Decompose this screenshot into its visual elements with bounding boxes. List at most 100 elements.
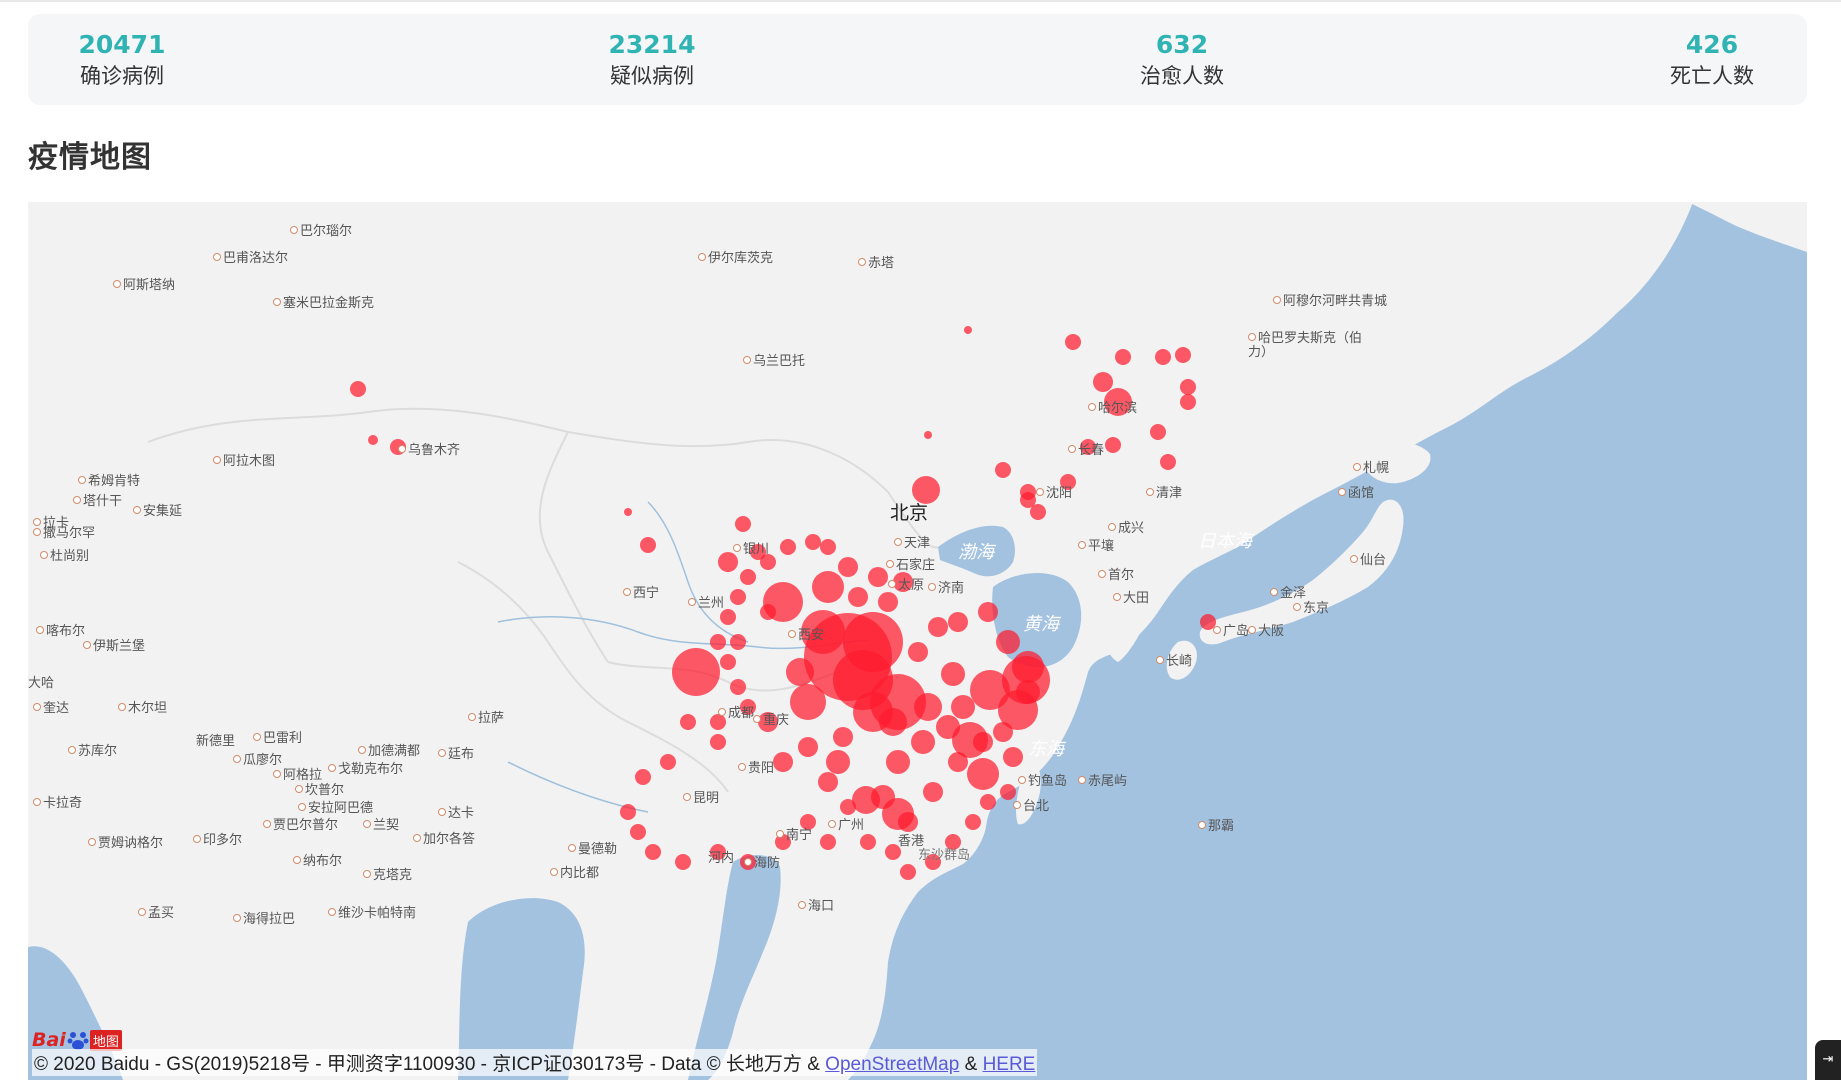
outbreak-bubble[interactable]: [980, 794, 996, 810]
outbreak-bubble[interactable]: [967, 758, 999, 790]
outbreak-bubble[interactable]: [900, 864, 916, 880]
outbreak-bubble[interactable]: [786, 658, 814, 686]
outbreak-bubble[interactable]: [760, 604, 776, 620]
place-label: 兰州: [688, 592, 724, 611]
outbreak-bubble[interactable]: [1160, 454, 1176, 470]
outbreak-bubble[interactable]: [924, 431, 932, 439]
outbreak-bubble[interactable]: [790, 684, 826, 720]
outbreak-bubble[interactable]: [964, 326, 972, 334]
outbreak-bubble[interactable]: [1065, 334, 1081, 350]
outbreak-bubble[interactable]: [878, 592, 898, 612]
outbreak-bubble[interactable]: [624, 508, 632, 516]
outbreak-bubble[interactable]: [973, 732, 993, 752]
outbreak-bubble[interactable]: [879, 708, 907, 736]
outbreak-bubble[interactable]: [818, 772, 838, 792]
epidemic-map[interactable]: 巴尔瑙尔 巴甫洛达尔 伊尔库茨克 赤塔 阿斯塔纳 塞米巴拉金斯克 乌兰巴托 阿穆…: [28, 202, 1807, 1080]
place-label: 纳布尔: [293, 850, 342, 869]
capital-label: 北京: [890, 502, 929, 524]
outbreak-bubble[interactable]: [620, 804, 636, 820]
outbreak-bubble[interactable]: [675, 854, 691, 870]
outbreak-bubble[interactable]: [996, 630, 1020, 654]
outbreak-bubble[interactable]: [730, 679, 746, 695]
outbreak-bubble[interactable]: [1020, 492, 1036, 508]
outbreak-bubble[interactable]: [914, 693, 942, 721]
outbreak-bubble[interactable]: [948, 752, 968, 772]
outbreak-bubble[interactable]: [730, 589, 746, 605]
outbreak-bubble[interactable]: [660, 754, 676, 770]
outbreak-bubble[interactable]: [710, 734, 726, 750]
outbreak-bubble[interactable]: [640, 537, 656, 553]
outbreak-bubble[interactable]: [833, 727, 853, 747]
outbreak-bubble[interactable]: [978, 602, 998, 622]
place-label: 塔什干: [73, 490, 122, 509]
outbreak-bubble[interactable]: [951, 695, 975, 719]
outbreak-bubble[interactable]: [740, 569, 756, 585]
outbreak-bubble[interactable]: [995, 462, 1011, 478]
outbreak-bubble[interactable]: [820, 539, 836, 555]
openstreetmap-link[interactable]: OpenStreetMap: [825, 1054, 959, 1075]
outbreak-bubble[interactable]: [948, 612, 968, 632]
place-label: 函馆: [1338, 482, 1374, 501]
outbreak-bubble[interactable]: [1003, 747, 1023, 767]
here-link[interactable]: HERE: [983, 1054, 1036, 1075]
outbreak-bubble[interactable]: [898, 812, 918, 832]
outbreak-bubble[interactable]: [1150, 424, 1166, 440]
outbreak-bubble[interactable]: [838, 557, 858, 577]
corner-toggle-button[interactable]: ⇥: [1815, 1040, 1841, 1080]
section-title: 疫情地图: [28, 140, 152, 175]
outbreak-bubble[interactable]: [1012, 651, 1044, 683]
outbreak-bubble[interactable]: [710, 634, 726, 650]
place-label: 成兴: [1108, 517, 1144, 536]
outbreak-bubble[interactable]: [965, 814, 981, 830]
place-label: 河内: [708, 851, 735, 866]
place-label: 奎达: [33, 697, 69, 716]
outbreak-bubble[interactable]: [936, 715, 960, 739]
outbreak-bubble[interactable]: [1093, 372, 1113, 392]
outbreak-bubble[interactable]: [680, 714, 696, 730]
place-label: 加尔各答: [413, 828, 475, 847]
outbreak-bubble[interactable]: [928, 617, 948, 637]
sea-label-bohai: 渤海: [958, 542, 994, 563]
outbreak-bubble[interactable]: [773, 752, 793, 772]
outbreak-bubble[interactable]: [720, 609, 736, 625]
outbreak-bubble[interactable]: [871, 785, 895, 809]
outbreak-bubble[interactable]: [645, 844, 661, 860]
outbreak-bubble[interactable]: [1175, 347, 1191, 363]
outbreak-bubble[interactable]: [780, 539, 796, 555]
place-label: 新德里: [196, 734, 236, 749]
outbreak-bubble[interactable]: [1180, 394, 1196, 410]
outbreak-bubble[interactable]: [812, 571, 844, 603]
outbreak-bubble[interactable]: [720, 654, 736, 670]
outbreak-bubble[interactable]: [868, 567, 888, 587]
outbreak-bubble[interactable]: [886, 750, 910, 774]
outbreak-bubble[interactable]: [923, 782, 943, 802]
outbreak-bubble[interactable]: [672, 648, 720, 696]
outbreak-bubble[interactable]: [1180, 379, 1196, 395]
outbreak-bubble[interactable]: [993, 722, 1013, 742]
outbreak-bubble[interactable]: [820, 834, 836, 850]
outbreak-bubble[interactable]: [848, 587, 868, 607]
outbreak-bubble[interactable]: [860, 834, 876, 850]
place-label: 石家庄: [886, 554, 935, 573]
outbreak-bubble[interactable]: [350, 381, 366, 397]
outbreak-bubble[interactable]: [1105, 437, 1121, 453]
outbreak-bubble[interactable]: [730, 634, 746, 650]
outbreak-bubble[interactable]: [735, 516, 751, 532]
outbreak-bubble[interactable]: [941, 662, 965, 686]
outbreak-bubble[interactable]: [630, 824, 646, 840]
outbreak-bubble[interactable]: [1016, 680, 1040, 704]
place-label: 伊尔库茨克: [698, 247, 773, 266]
outbreak-bubble[interactable]: [805, 534, 821, 550]
outbreak-bubble[interactable]: [840, 799, 856, 815]
outbreak-bubble[interactable]: [1155, 349, 1171, 365]
outbreak-bubble[interactable]: [908, 642, 928, 662]
outbreak-bubble[interactable]: [826, 750, 850, 774]
outbreak-bubble[interactable]: [798, 737, 818, 757]
place-label: 廷布: [438, 743, 474, 762]
outbreak-bubble[interactable]: [635, 769, 651, 785]
outbreak-bubble[interactable]: [1115, 349, 1131, 365]
place-label: 大哈: [28, 676, 55, 691]
stat-suspected: 23214 疑似病例: [602, 14, 702, 105]
outbreak-bubble[interactable]: [911, 730, 935, 754]
outbreak-bubble[interactable]: [368, 435, 378, 445]
